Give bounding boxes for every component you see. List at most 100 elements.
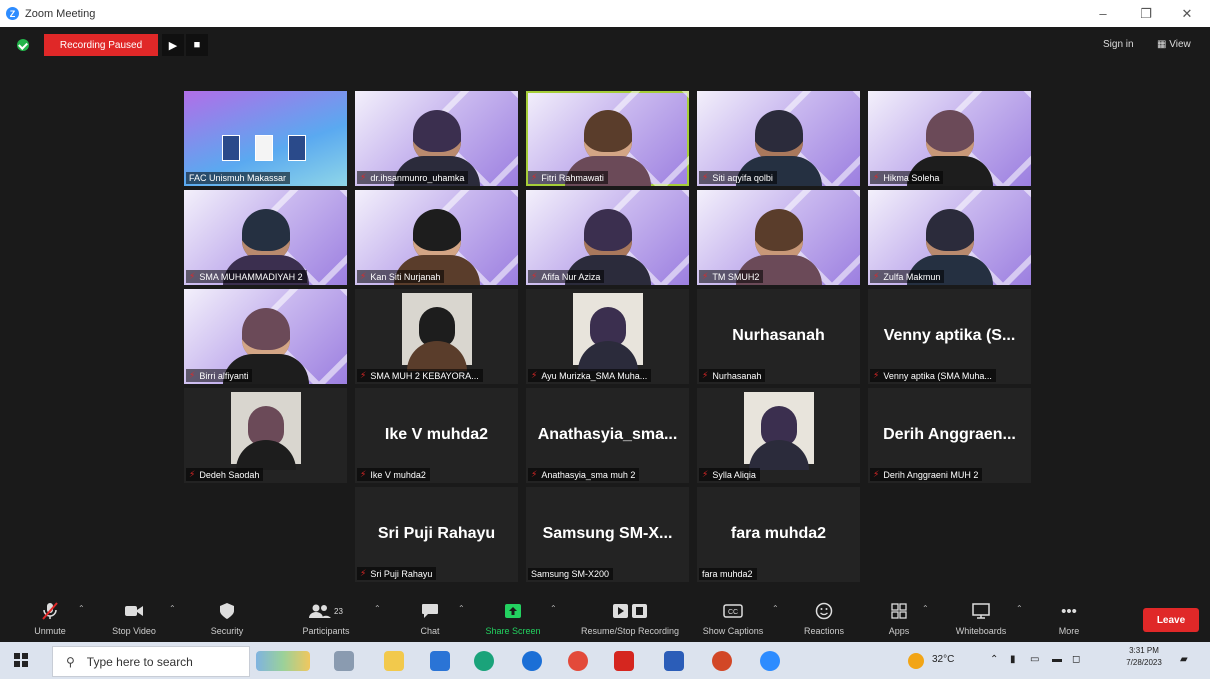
participant-tile[interactable]: Ike V muhda2 ⚡ Ike V muhda2 [355, 388, 518, 483]
participant-video [743, 392, 814, 470]
participant-name: Birri alfiyanti [199, 370, 249, 381]
sign-in-link[interactable]: Sign in [1103, 39, 1134, 50]
participant-name-label: ⚡ Fitri Rahmawati [528, 171, 608, 184]
display-icon[interactable]: ▭ [1030, 654, 1039, 665]
zoom-app-icon[interactable] [760, 651, 780, 671]
participant-tile[interactable]: ⚡ Sylla Aliqia [697, 388, 860, 483]
maximize-button[interactable]: ❐ [1123, 0, 1169, 27]
taskbar-clock[interactable]: 3:31 PM 7/28/2023 [1124, 645, 1164, 669]
participant-name-label: ⚡ Sylla Aliqia [699, 468, 760, 481]
video-camera-icon [124, 598, 144, 624]
participant-name: Hikma Soleha [883, 172, 940, 183]
video-options-caret-icon[interactable]: ⌃ [169, 604, 176, 613]
clock-date: 7/28/2023 [1126, 658, 1162, 667]
system-tray-chevron-icon[interactable]: ⌃ [990, 654, 998, 665]
participant-tile[interactable]: ⚡ SMA MUH 2 KEBAYORA... [355, 289, 518, 384]
file-explorer-icon[interactable] [384, 651, 404, 671]
resume-stop-recording-button[interactable]: Resume/Stop Recording [566, 592, 694, 642]
edge-browser-icon[interactable] [474, 651, 494, 671]
participant-name-label: ⚡ Sri Puji Rahayu [357, 567, 437, 580]
notifications-icon[interactable]: ▰ [1180, 654, 1188, 665]
smiley-reaction-icon [815, 598, 833, 624]
participant-tile[interactable]: ⚡ Zulfa Makmun [868, 190, 1031, 285]
security-shield-icon [219, 598, 235, 624]
apps-button[interactable]: Apps [884, 592, 914, 642]
participant-tile[interactable]: ⚡ dr.ihsanmunro_uhamka [355, 91, 518, 186]
participant-tile[interactable]: fara muhda2 fara muhda2 [697, 487, 860, 582]
pdf-reader-icon[interactable] [614, 651, 634, 671]
powerpoint-app-icon[interactable] [712, 651, 732, 671]
stop-video-button[interactable]: Stop Video [104, 592, 164, 642]
participant-display-name: Anathasyia_sma... [537, 426, 678, 443]
muted-mic-icon: ⚡ [189, 271, 196, 281]
participant-name: Sri Puji Rahayu [370, 568, 433, 579]
participants-options-caret-icon[interactable]: ⌃ [374, 604, 381, 613]
chat-options-caret-icon[interactable]: ⌃ [458, 604, 465, 613]
security-shield-icon[interactable] [17, 39, 29, 51]
mail-app-icon[interactable] [430, 651, 450, 671]
participant-name: Derih Anggraeni MUH 2 [883, 469, 979, 480]
battery-icon[interactable]: ▬ [1052, 654, 1062, 665]
chromium-browser-icon[interactable] [522, 651, 542, 671]
participant-name: Venny aptika (SMA Muha... [883, 370, 992, 381]
share-screen-button[interactable]: Share Screen [484, 592, 542, 642]
unmute-button[interactable]: Unmute [28, 592, 72, 642]
participants-button[interactable]: 23 Participants [293, 592, 359, 642]
captions-options-caret-icon[interactable]: ⌃ [772, 604, 779, 613]
muted-mic-icon: ⚡ [531, 271, 538, 281]
more-ellipsis-icon: ••• [1061, 602, 1077, 620]
windows-start-icon[interactable] [14, 653, 28, 667]
participant-tile[interactable]: FAC Unismuh Makassar [184, 91, 347, 186]
chrome-browser-icon[interactable] [568, 651, 588, 671]
participant-tile[interactable]: Samsung SM-X... Samsung SM-X200 [526, 487, 689, 582]
participant-tile[interactable]: ⚡ Afifa Nur Aziza [526, 190, 689, 285]
speaker-icon[interactable]: ◻ [1072, 654, 1080, 665]
muted-mic-icon: ⚡ [873, 172, 880, 182]
whiteboards-label: Whiteboards [955, 626, 1007, 636]
whiteboards-button[interactable]: Whiteboards [946, 592, 1016, 642]
share-options-caret-icon[interactable]: ⌃ [550, 604, 557, 613]
leave-button[interactable]: Leave [1143, 608, 1199, 632]
close-button[interactable]: ✕ [1164, 0, 1210, 27]
participant-tile[interactable]: Derih Anggraen... ⚡ Derih Anggraeni MUH 2 [868, 388, 1031, 483]
participant-tile[interactable]: ⚡ Hikma Soleha [868, 91, 1031, 186]
resume-recording-button[interactable]: ▶ [162, 34, 184, 56]
more-button[interactable]: ••• More [1052, 592, 1086, 642]
participant-display-name: Derih Anggraen... [883, 426, 1016, 443]
task-view-icon[interactable] [334, 651, 354, 671]
show-captions-button[interactable]: CC Show Captions [700, 592, 766, 642]
news-widget-icon[interactable] [256, 651, 310, 671]
reactions-button[interactable]: Reactions [796, 592, 852, 642]
participant-tile[interactable]: Anathasyia_sma... ⚡ Anathasyia_sma muh 2 [526, 388, 689, 483]
participant-tile[interactable]: Venny aptika (S... ⚡ Venny aptika (SMA Muh… [868, 289, 1031, 384]
participant-tile[interactable]: Sri Puji Rahayu ⚡ Sri Puji Rahayu [355, 487, 518, 582]
word-app-icon[interactable] [664, 651, 684, 671]
apps-options-caret-icon[interactable]: ⌃ [922, 604, 929, 613]
muted-mic-icon: ⚡ [360, 172, 367, 182]
participant-name-label: ⚡ Zulfa Makmun [870, 270, 945, 283]
taskbar-search-box[interactable]: ⚲ Type here to search [52, 646, 250, 677]
chat-button[interactable]: Chat [412, 592, 448, 642]
participant-tile[interactable]: ⚡ TM SMUH2 [697, 190, 860, 285]
participant-tile[interactable]: ⚡ Ayu Murizka_SMA Muha... [526, 289, 689, 384]
minimize-button[interactable]: – [1080, 0, 1126, 27]
stop-recording-button[interactable]: ■ [186, 34, 208, 56]
participant-name: Nurhasanah [712, 370, 762, 381]
participant-tile[interactable]: ⚡ Fitri Rahmawati [526, 91, 689, 186]
participant-tile[interactable]: ⚡ SMA MUHAMMADIYAH 2 [184, 190, 347, 285]
participant-tile[interactable]: ⚡ Dedeh Saodah [184, 388, 347, 483]
participant-display-name: Samsung SM-X... [542, 525, 673, 542]
whiteboards-options-caret-icon[interactable]: ⌃ [1016, 604, 1023, 613]
weather-icon[interactable] [908, 653, 924, 669]
security-button[interactable]: Security [202, 592, 252, 642]
participant-tile[interactable]: ⚡ Kan Siti Nurjanah [355, 190, 518, 285]
participant-tile[interactable]: ⚡ Siti aqyifa qolbi [697, 91, 860, 186]
participant-tile[interactable]: Nurhasanah ⚡ Nurhasanah [697, 289, 860, 384]
audio-options-caret-icon[interactable]: ⌃ [78, 604, 85, 613]
view-button[interactable]: ▦ View [1157, 39, 1191, 50]
temperature-readout[interactable]: 32°C [932, 654, 954, 665]
muted-mic-icon: ⚡ [702, 172, 709, 182]
apps-label: Apps [888, 626, 910, 636]
usb-device-icon[interactable]: ▮ [1010, 654, 1016, 665]
participant-tile[interactable]: ⚡ Birri alfiyanti [184, 289, 347, 384]
